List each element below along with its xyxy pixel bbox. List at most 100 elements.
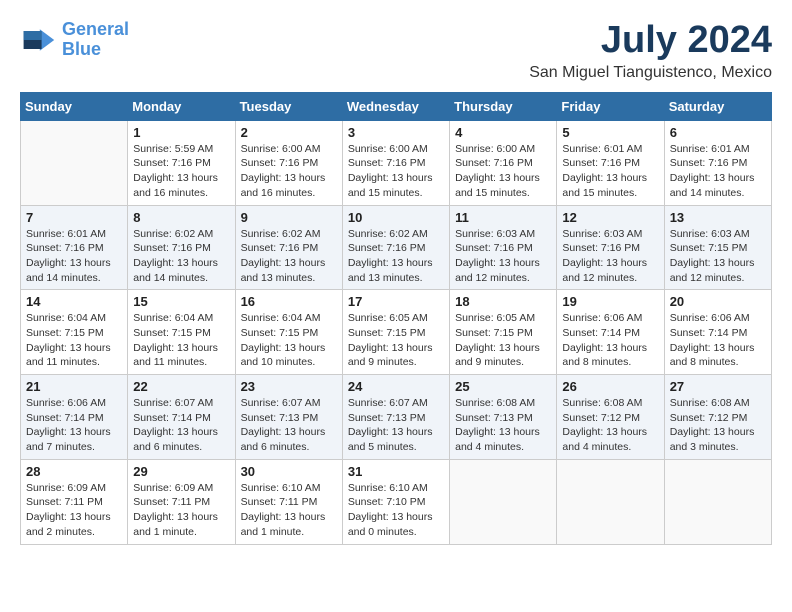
calendar-cell: 14Sunrise: 6:04 AMSunset: 7:15 PMDayligh… bbox=[21, 290, 128, 375]
calendar-cell: 8 Sunrise: 6:02 AMSunset: 7:16 PMDaylight… bbox=[128, 205, 235, 290]
day-info: Sunrise: 6:03 AMSunset: 7:16 PMDaylight:… bbox=[455, 227, 551, 286]
day-info: Sunrise: 6:10 AMSunset: 7:10 PMDaylight:… bbox=[348, 481, 444, 540]
calendar-cell: 21 Sunrise: 6:06 AMSunset: 7:14 PMDayligh… bbox=[21, 375, 128, 460]
day-number: 23 bbox=[241, 379, 337, 394]
weekday-header-sunday: Sunday bbox=[21, 92, 128, 120]
day-number: 7 bbox=[26, 210, 122, 225]
calendar-cell: 5 Sunrise: 6:01 AMSunset: 7:16 PMDaylight… bbox=[557, 120, 664, 205]
day-info: Sunrise: 6:04 AMSunset: 7:15 PMDaylight:… bbox=[133, 311, 229, 370]
calendar-cell: 20Sunrise: 6:06 AMSunset: 7:14 PMDayligh… bbox=[664, 290, 771, 375]
calendar-cell: 16 Sunrise: 6:04 AMSunset: 7:15 PMDayligh… bbox=[235, 290, 342, 375]
calendar-cell: 25 Sunrise: 6:08 AMSunset: 7:13 PMDayligh… bbox=[450, 375, 557, 460]
calendar-cell: 11 Sunrise: 6:03 AMSunset: 7:16 PMDayligh… bbox=[450, 205, 557, 290]
weekday-header-row: SundayMondayTuesdayWednesdayThursdayFrid… bbox=[21, 92, 772, 120]
day-number: 24 bbox=[348, 379, 444, 394]
calendar-cell bbox=[450, 459, 557, 544]
day-info: Sunrise: 6:08 AMSunset: 7:13 PMDaylight:… bbox=[455, 396, 551, 455]
calendar-cell: 27 Sunrise: 6:08 AMSunset: 7:12 PMDayligh… bbox=[664, 375, 771, 460]
day-number: 31 bbox=[348, 464, 444, 479]
calendar-cell: 3 Sunrise: 6:00 AMSunset: 7:16 PMDaylight… bbox=[342, 120, 449, 205]
day-info: Sunrise: 6:05 AMSunset: 7:15 PMDaylight:… bbox=[455, 311, 551, 370]
weekday-header-monday: Monday bbox=[128, 92, 235, 120]
day-number: 11 bbox=[455, 210, 551, 225]
day-number: 4 bbox=[455, 125, 551, 140]
logo-general: General bbox=[62, 19, 129, 39]
day-number: 8 bbox=[133, 210, 229, 225]
day-info: Sunrise: 5:59 AMSunset: 7:16 PMDaylight:… bbox=[133, 142, 229, 201]
calendar-cell: 10 Sunrise: 6:02 AMSunset: 7:16 PMDayligh… bbox=[342, 205, 449, 290]
calendar-cell: 26Sunrise: 6:08 AMSunset: 7:12 PMDayligh… bbox=[557, 375, 664, 460]
day-number: 20 bbox=[670, 294, 766, 309]
calendar-cell: 7 Sunrise: 6:01 AMSunset: 7:16 PMDaylight… bbox=[21, 205, 128, 290]
day-number: 29 bbox=[133, 464, 229, 479]
calendar-cell: 18 Sunrise: 6:05 AMSunset: 7:15 PMDayligh… bbox=[450, 290, 557, 375]
month-title: July 2024 bbox=[529, 20, 772, 62]
day-info: Sunrise: 6:07 AMSunset: 7:13 PMDaylight:… bbox=[241, 396, 337, 455]
logo: General Blue bbox=[20, 20, 129, 60]
day-info: Sunrise: 6:08 AMSunset: 7:12 PMDaylight:… bbox=[670, 396, 766, 455]
calendar-cell: 4 Sunrise: 6:00 AMSunset: 7:16 PMDaylight… bbox=[450, 120, 557, 205]
weekday-header-wednesday: Wednesday bbox=[342, 92, 449, 120]
day-number: 19 bbox=[562, 294, 658, 309]
day-info: Sunrise: 6:00 AMSunset: 7:16 PMDaylight:… bbox=[348, 142, 444, 201]
logo-text: General Blue bbox=[62, 20, 129, 60]
day-info: Sunrise: 6:02 AMSunset: 7:16 PMDaylight:… bbox=[348, 227, 444, 286]
day-info: Sunrise: 6:10 AMSunset: 7:11 PMDaylight:… bbox=[241, 481, 337, 540]
day-info: Sunrise: 6:00 AMSunset: 7:16 PMDaylight:… bbox=[455, 142, 551, 201]
day-number: 28 bbox=[26, 464, 122, 479]
calendar-cell: 29 Sunrise: 6:09 AMSunset: 7:11 PMDayligh… bbox=[128, 459, 235, 544]
weekday-header-friday: Friday bbox=[557, 92, 664, 120]
calendar-week-4: 21 Sunrise: 6:06 AMSunset: 7:14 PMDayligh… bbox=[21, 375, 772, 460]
calendar-cell: 13Sunrise: 6:03 AMSunset: 7:15 PMDayligh… bbox=[664, 205, 771, 290]
day-number: 27 bbox=[670, 379, 766, 394]
day-info: Sunrise: 6:03 AMSunset: 7:15 PMDaylight:… bbox=[670, 227, 766, 286]
day-number: 10 bbox=[348, 210, 444, 225]
calendar-week-5: 28 Sunrise: 6:09 AMSunset: 7:11 PMDayligh… bbox=[21, 459, 772, 544]
calendar-cell: 23 Sunrise: 6:07 AMSunset: 7:13 PMDayligh… bbox=[235, 375, 342, 460]
day-info: Sunrise: 6:09 AMSunset: 7:11 PMDaylight:… bbox=[133, 481, 229, 540]
day-info: Sunrise: 6:05 AMSunset: 7:15 PMDaylight:… bbox=[348, 311, 444, 370]
calendar-cell: 17Sunrise: 6:05 AMSunset: 7:15 PMDayligh… bbox=[342, 290, 449, 375]
location-title: San Miguel Tianguistenco, Mexico bbox=[529, 64, 772, 82]
day-number: 6 bbox=[670, 125, 766, 140]
calendar-week-1: 1Sunrise: 5:59 AMSunset: 7:16 PMDaylight… bbox=[21, 120, 772, 205]
day-info: Sunrise: 6:02 AMSunset: 7:16 PMDaylight:… bbox=[133, 227, 229, 286]
day-number: 25 bbox=[455, 379, 551, 394]
calendar-week-3: 14Sunrise: 6:04 AMSunset: 7:15 PMDayligh… bbox=[21, 290, 772, 375]
calendar-cell: 31 Sunrise: 6:10 AMSunset: 7:10 PMDayligh… bbox=[342, 459, 449, 544]
day-info: Sunrise: 6:06 AMSunset: 7:14 PMDaylight:… bbox=[26, 396, 122, 455]
day-number: 30 bbox=[241, 464, 337, 479]
calendar-cell: 24 Sunrise: 6:07 AMSunset: 7:13 PMDayligh… bbox=[342, 375, 449, 460]
day-info: Sunrise: 6:01 AMSunset: 7:16 PMDaylight:… bbox=[562, 142, 658, 201]
calendar-cell: 19Sunrise: 6:06 AMSunset: 7:14 PMDayligh… bbox=[557, 290, 664, 375]
calendar-cell: 30 Sunrise: 6:10 AMSunset: 7:11 PMDayligh… bbox=[235, 459, 342, 544]
day-info: Sunrise: 6:00 AMSunset: 7:16 PMDaylight:… bbox=[241, 142, 337, 201]
calendar-cell: 2Sunrise: 6:00 AMSunset: 7:16 PMDaylight… bbox=[235, 120, 342, 205]
day-number: 12 bbox=[562, 210, 658, 225]
calendar-cell: 12 Sunrise: 6:03 AMSunset: 7:16 PMDayligh… bbox=[557, 205, 664, 290]
day-info: Sunrise: 6:03 AMSunset: 7:16 PMDaylight:… bbox=[562, 227, 658, 286]
calendar-week-2: 7 Sunrise: 6:01 AMSunset: 7:16 PMDaylight… bbox=[21, 205, 772, 290]
day-info: Sunrise: 6:04 AMSunset: 7:15 PMDaylight:… bbox=[26, 311, 122, 370]
day-info: Sunrise: 6:01 AMSunset: 7:16 PMDaylight:… bbox=[26, 227, 122, 286]
day-info: Sunrise: 6:07 AMSunset: 7:14 PMDaylight:… bbox=[133, 396, 229, 455]
day-info: Sunrise: 6:04 AMSunset: 7:15 PMDaylight:… bbox=[241, 311, 337, 370]
day-number: 22 bbox=[133, 379, 229, 394]
day-info: Sunrise: 6:02 AMSunset: 7:16 PMDaylight:… bbox=[241, 227, 337, 286]
day-info: Sunrise: 6:09 AMSunset: 7:11 PMDaylight:… bbox=[26, 481, 122, 540]
day-number: 3 bbox=[348, 125, 444, 140]
day-info: Sunrise: 6:07 AMSunset: 7:13 PMDaylight:… bbox=[348, 396, 444, 455]
day-number: 21 bbox=[26, 379, 122, 394]
calendar-cell: 9Sunrise: 6:02 AMSunset: 7:16 PMDaylight… bbox=[235, 205, 342, 290]
calendar-cell: 1Sunrise: 5:59 AMSunset: 7:16 PMDaylight… bbox=[128, 120, 235, 205]
day-number: 26 bbox=[562, 379, 658, 394]
calendar-table: SundayMondayTuesdayWednesdayThursdayFrid… bbox=[20, 92, 772, 545]
calendar-cell: 22 Sunrise: 6:07 AMSunset: 7:14 PMDayligh… bbox=[128, 375, 235, 460]
day-number: 18 bbox=[455, 294, 551, 309]
calendar-cell bbox=[557, 459, 664, 544]
calendar-cell bbox=[21, 120, 128, 205]
weekday-header-saturday: Saturday bbox=[664, 92, 771, 120]
day-info: Sunrise: 6:01 AMSunset: 7:16 PMDaylight:… bbox=[670, 142, 766, 201]
day-number: 5 bbox=[562, 125, 658, 140]
day-number: 16 bbox=[241, 294, 337, 309]
